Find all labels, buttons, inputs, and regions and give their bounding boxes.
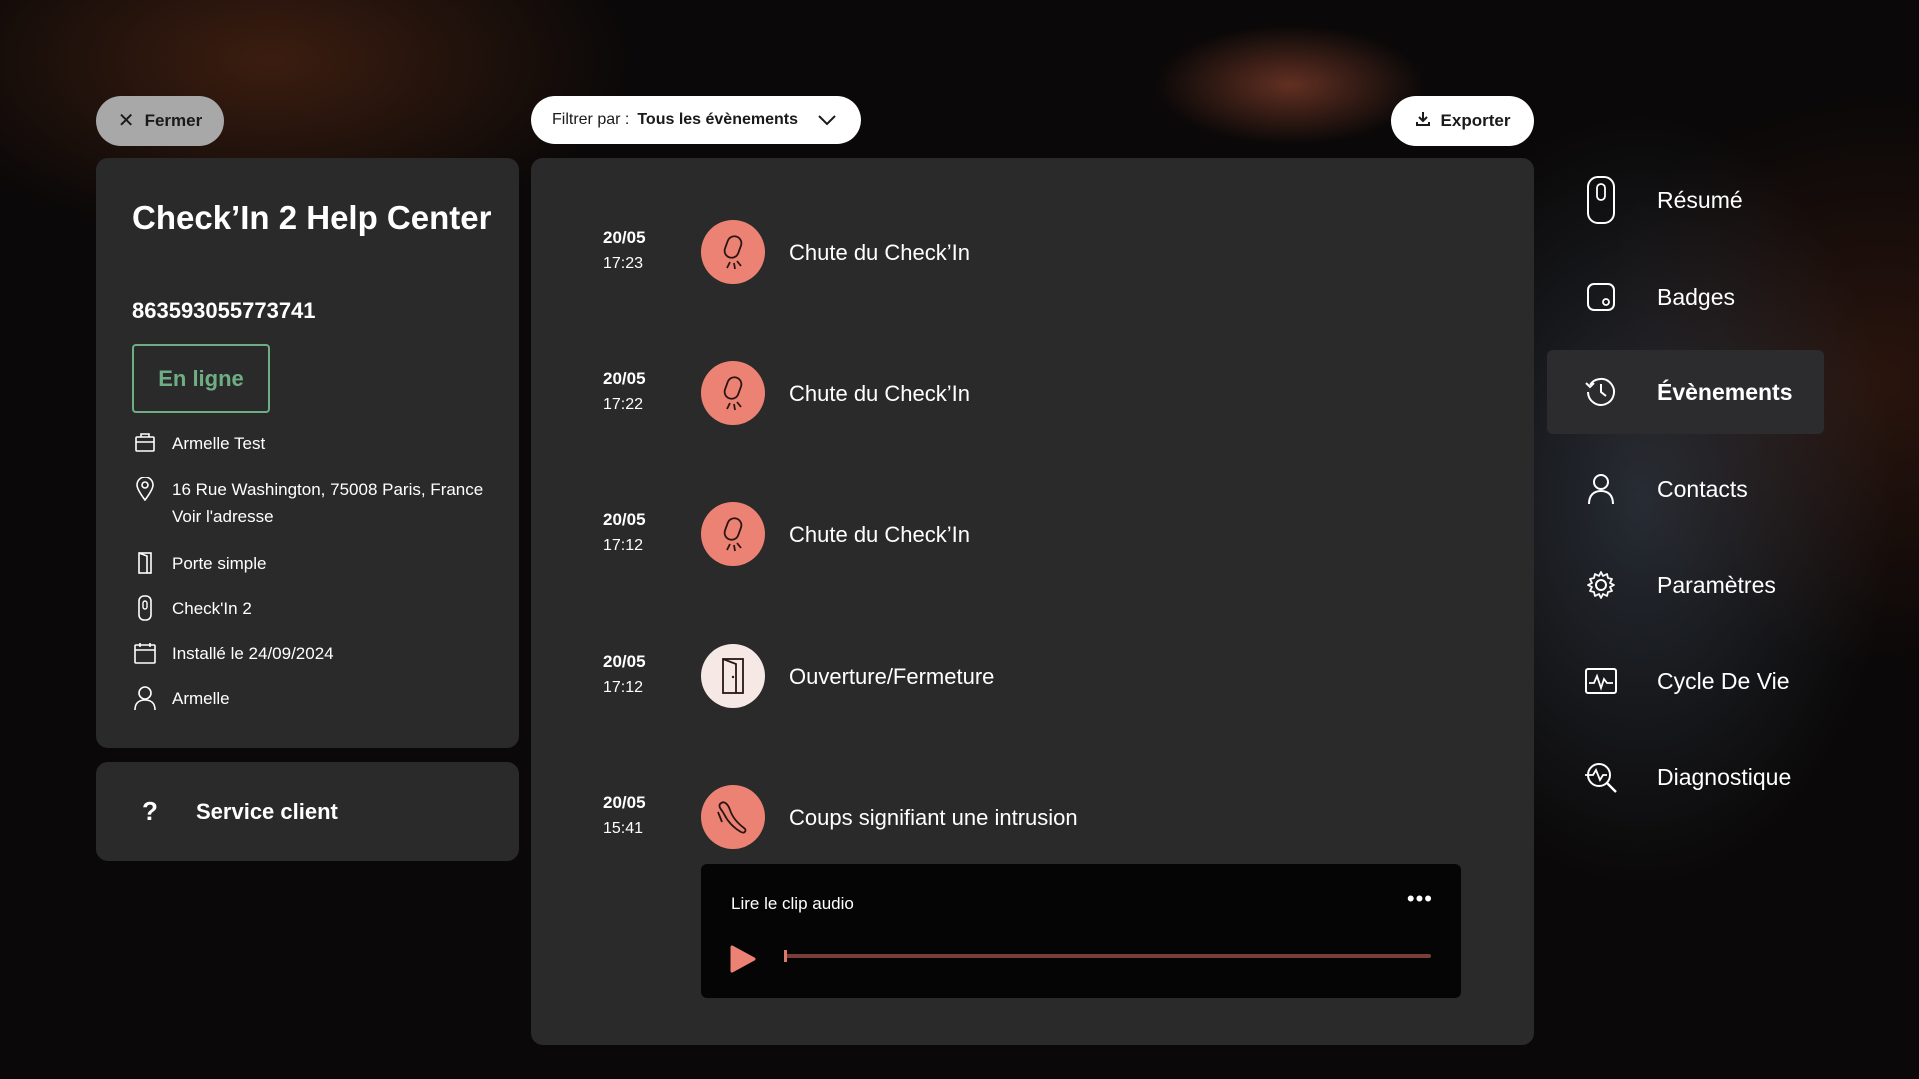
more-options-button[interactable]: ••• [1407, 886, 1433, 912]
info-owner: Armelle Test [132, 430, 265, 457]
nav-item-settings[interactable]: Paramètres [1547, 543, 1824, 627]
event-row[interactable]: 20/05 17:23 Chute du Check’In [531, 218, 1534, 288]
door-text: Porte simple [172, 554, 267, 573]
event-label: Chute du Check’In [789, 240, 970, 265]
calendar-icon [132, 640, 158, 666]
nav-label: Paramètres [1657, 571, 1776, 598]
device-fall-icon [701, 361, 765, 425]
info-door: Porte simple [132, 550, 266, 577]
event-date: 20/05 [603, 652, 646, 671]
event-time: 17:23 [603, 255, 644, 272]
device-icon [1583, 176, 1619, 224]
event-row[interactable]: 20/05 17:12 Ouverture/Fermeture [531, 642, 1534, 712]
close-button[interactable]: ✕ Fermer [96, 96, 224, 146]
nav-label: Évènements [1657, 378, 1793, 405]
audio-player: Lire le clip audio ••• [701, 864, 1461, 998]
knock-icon [701, 785, 765, 849]
owner-text: Armelle Test [172, 434, 266, 453]
event-date: 20/05 [603, 793, 646, 812]
nav-item-diagnostic[interactable]: Diagnostique [1547, 735, 1824, 819]
door-icon [132, 550, 158, 576]
audio-progress-thumb[interactable] [784, 950, 787, 962]
audio-clip-title: Lire le clip audio [731, 894, 854, 913]
installed-text: Installé le 24/09/2024 [172, 644, 334, 663]
nav-label: Badges [1657, 283, 1736, 310]
close-icon: ✕ [117, 110, 135, 132]
filter-value: Tous les évènements [637, 111, 798, 128]
customer-service-label: Service client [196, 798, 338, 824]
event-time: 17:22 [603, 396, 644, 413]
badge-icon [1583, 279, 1619, 315]
event-label: Chute du Check’In [789, 522, 970, 547]
event-label: Ouverture/Fermeture [789, 664, 995, 689]
address-text: 16 Rue Washington, 75008 Paris, France [172, 480, 484, 499]
event-label: Coups signifiant une intrusion [789, 805, 1078, 830]
nav-label: Résumé [1657, 186, 1743, 213]
audio-progress-track[interactable] [784, 954, 1431, 958]
nav-label: Cycle De Vie [1657, 667, 1790, 694]
event-label: Chute du Check’In [789, 381, 970, 406]
activity-icon [1583, 663, 1619, 699]
events-panel: 20/05 17:23 Chute du Check’In 20/05 17:2… [531, 158, 1534, 1045]
event-date: 20/05 [603, 369, 646, 388]
play-button[interactable] [729, 944, 757, 979]
info-installed: Installé le 24/09/2024 [132, 640, 334, 667]
nav-item-badges[interactable]: Badges [1547, 255, 1824, 339]
info-model: Check'In 2 [132, 595, 252, 622]
nav-label: Contacts [1657, 475, 1748, 502]
device-imei: 863593055773741 [132, 298, 316, 323]
user-text: Armelle [172, 689, 230, 708]
diagnostic-icon [1583, 759, 1619, 795]
filter-label: Filtrer par : [552, 111, 630, 128]
location-pin-icon [132, 476, 158, 502]
nav-item-lifecycle[interactable]: Cycle De Vie [1547, 639, 1824, 723]
download-icon [1415, 111, 1431, 132]
export-button[interactable]: Exporter [1391, 96, 1534, 146]
event-date: 20/05 [603, 510, 646, 529]
device-icon [132, 595, 158, 621]
view-address-link[interactable]: Voir l'adresse [172, 503, 483, 530]
event-date: 20/05 [603, 228, 646, 247]
nav-label: Diagnostique [1657, 763, 1792, 790]
export-label: Exporter [1440, 111, 1511, 130]
customer-service-button[interactable]: ? Service client [96, 762, 519, 861]
nav-item-events[interactable]: Évènements [1547, 350, 1824, 434]
device-fall-icon [701, 220, 765, 284]
event-time: 17:12 [603, 679, 644, 696]
device-info-card: Check’In 2 Help Center 863593055773741 E… [96, 158, 519, 748]
question-icon: ? [142, 796, 158, 826]
door-icon [701, 644, 765, 708]
event-time: 15:41 [603, 820, 644, 837]
info-user: Armelle [132, 685, 230, 712]
device-title: Check’In 2 Help Center [132, 199, 492, 236]
briefcase-icon [132, 430, 158, 456]
device-fall-icon [701, 502, 765, 566]
chevron-down-icon [818, 114, 836, 126]
nav-item-resume[interactable]: Résumé [1547, 158, 1824, 242]
info-address: 16 Rue Washington, 75008 Paris, France V… [132, 476, 483, 530]
nav-item-contacts[interactable]: Contacts [1547, 447, 1824, 531]
close-button-label: Fermer [144, 111, 203, 130]
user-icon [132, 685, 158, 711]
event-time: 17:12 [603, 537, 644, 554]
event-filter-dropdown[interactable]: Filtrer par : Tous les évènements [531, 96, 861, 144]
event-row[interactable]: 20/05 15:41 Coups signifiant une intrusi… [531, 783, 1534, 853]
model-text: Check'In 2 [172, 599, 252, 618]
history-icon [1583, 374, 1619, 410]
event-row[interactable]: 20/05 17:22 Chute du Check’In [531, 359, 1534, 429]
user-icon [1583, 471, 1619, 507]
status-badge: En ligne [132, 344, 270, 413]
gear-icon [1583, 567, 1619, 603]
event-row[interactable]: 20/05 17:12 Chute du Check’In [531, 500, 1534, 570]
